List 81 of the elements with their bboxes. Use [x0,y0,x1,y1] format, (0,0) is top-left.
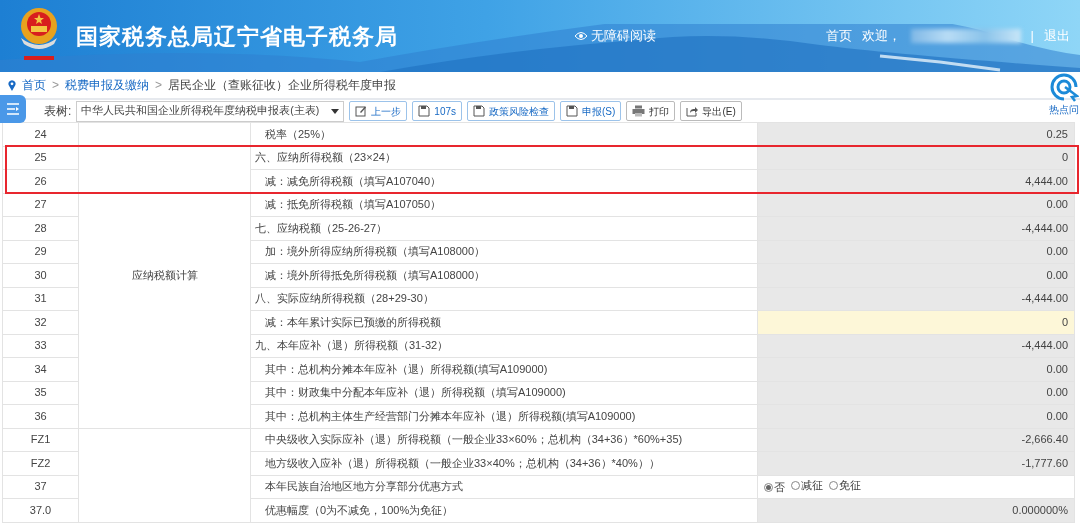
amount-cell: -4,444.00 [757,216,1075,240]
menu-icon [6,103,20,115]
row-number: 31 [2,287,79,311]
amount-cell: -4,444.00 [757,287,1075,311]
row-number: 35 [2,381,79,405]
welcome-text: 欢迎， [861,27,901,46]
radio-option[interactable]: 免征 [829,480,861,492]
item-label: 中央级收入实际应补（退）所得税额（一般企业33×60%；总机构（34+36）*60%+35) [250,428,758,452]
item-label: 其中：财政集中分配本年应补（退）所得税额（填写A109000) [250,381,758,405]
amount-cell: -1,777.60 [757,451,1075,475]
item-label: 加：境外所得应纳所得税额（填写A108000） [250,240,758,264]
tree-label: 表树: [44,103,72,120]
menu-button[interactable] [0,95,26,123]
toolbar-button[interactable]: 107s [412,101,463,121]
pointer-circle-icon[interactable] [1049,72,1079,102]
hotspot-label[interactable]: 热点问 [1049,102,1079,117]
item-label: 其中：总机构主体生产经营部门分摊本年应补（退）所得税额(填写A109000) [250,404,758,428]
row-number: 36 [2,404,79,428]
amount-cell: -2,666.40 [757,428,1075,452]
breadcrumb-link[interactable]: 首页 [22,76,46,94]
breadcrumb-link[interactable]: 税费申报及缴纳 [65,76,149,94]
row-number: 37.0 [2,498,79,522]
item-label: 本年民族自治地区地方分享部分优惠方式 [250,475,758,499]
toolbar-button[interactable]: 政策风险检查 [467,101,556,121]
amount-input[interactable]: 0 [757,310,1075,334]
item-label: 八、实际应纳所得税额（28+29-30） [250,287,758,311]
amount-cell: 4,444.00 [757,169,1075,193]
item-label: 减：本年累计实际已预缴的所得税额 [250,310,758,334]
amount-cell: 0.00 [757,240,1075,264]
row-number: 28 [2,216,79,240]
row-number: 33 [2,334,79,358]
amount-cell: 0.00 [757,381,1075,405]
toolbar-button[interactable]: 导出(E) [680,101,742,121]
amount-cell: 0.00 [757,404,1075,428]
item-label: 七、应纳税额（25-26-27） [250,216,758,240]
toolbar-button[interactable]: 申报(S) [560,101,622,121]
row-number: FZ2 [2,451,79,475]
export-icon [686,105,699,117]
row-number: 30 [2,263,79,287]
item-label: 减：境外所得抵免所得税额（填写A108000） [250,263,758,287]
item-label: 其中：总机构分摊本年应补（退）所得税额(填写A109000) [250,357,758,381]
row-number: FZ1 [2,428,79,452]
toolbar-button[interactable]: 打印 [626,101,676,121]
save-icon [566,105,579,117]
site-title: 国家税务总局辽宁省电子税务局 [76,22,398,51]
amount-cell: 0.00 [757,193,1075,217]
caret-icon [331,108,340,114]
location-pin-icon [8,79,16,91]
item-label: 减：抵免所得税额（填写A107050） [250,193,758,217]
amount-cell: 0 [757,146,1075,170]
amount-cell: 0.00 [757,357,1075,381]
row-number: 24 [2,122,79,146]
group-label: 应纳税额计算 [78,122,251,428]
breadcrumb-separator: > [52,77,59,94]
save-icon [418,105,431,117]
toolbar-button[interactable]: 上一步 [349,101,408,121]
row-number: 34 [2,357,79,381]
item-label: 税率（25%） [250,122,758,146]
item-label: 地方级收入应补（退）所得税额（一般企业33×40%；总机构（34+36）*40%）） [250,451,758,475]
radio-option[interactable]: 否 [764,482,785,494]
row-number: 29 [2,240,79,264]
accessibility-link[interactable]: 无障碍阅读 [573,26,656,46]
edit-icon [355,105,368,117]
row-number: 27 [2,193,79,217]
amount-cell: 0.00 [757,263,1075,287]
save-icon [473,105,486,117]
amount-cell: 0.25 [757,122,1075,146]
breadcrumb-current: 居民企业（查账征收）企业所得税年度申报 [168,77,397,94]
item-label: 优惠幅度（0为不减免，100%为免征） [250,498,758,522]
header-divider: | [1030,27,1034,46]
printer-icon [632,105,646,117]
eye-icon [573,31,588,41]
table-tree-select[interactable]: 中华人民共和国企业所得税年度纳税申报表(主表) [76,100,345,122]
row-number: 25 [2,146,79,170]
item-label: 九、本年应补（退）所得税额（31-32） [250,334,758,358]
amount-cell: -4,444.00 [757,334,1075,358]
radio-option[interactable]: 减征 [791,480,823,492]
row-number: 32 [2,310,79,334]
row-number: 37 [2,475,79,499]
amount-cell: 0.000000% [757,498,1075,522]
breadcrumb-separator: > [155,77,163,94]
